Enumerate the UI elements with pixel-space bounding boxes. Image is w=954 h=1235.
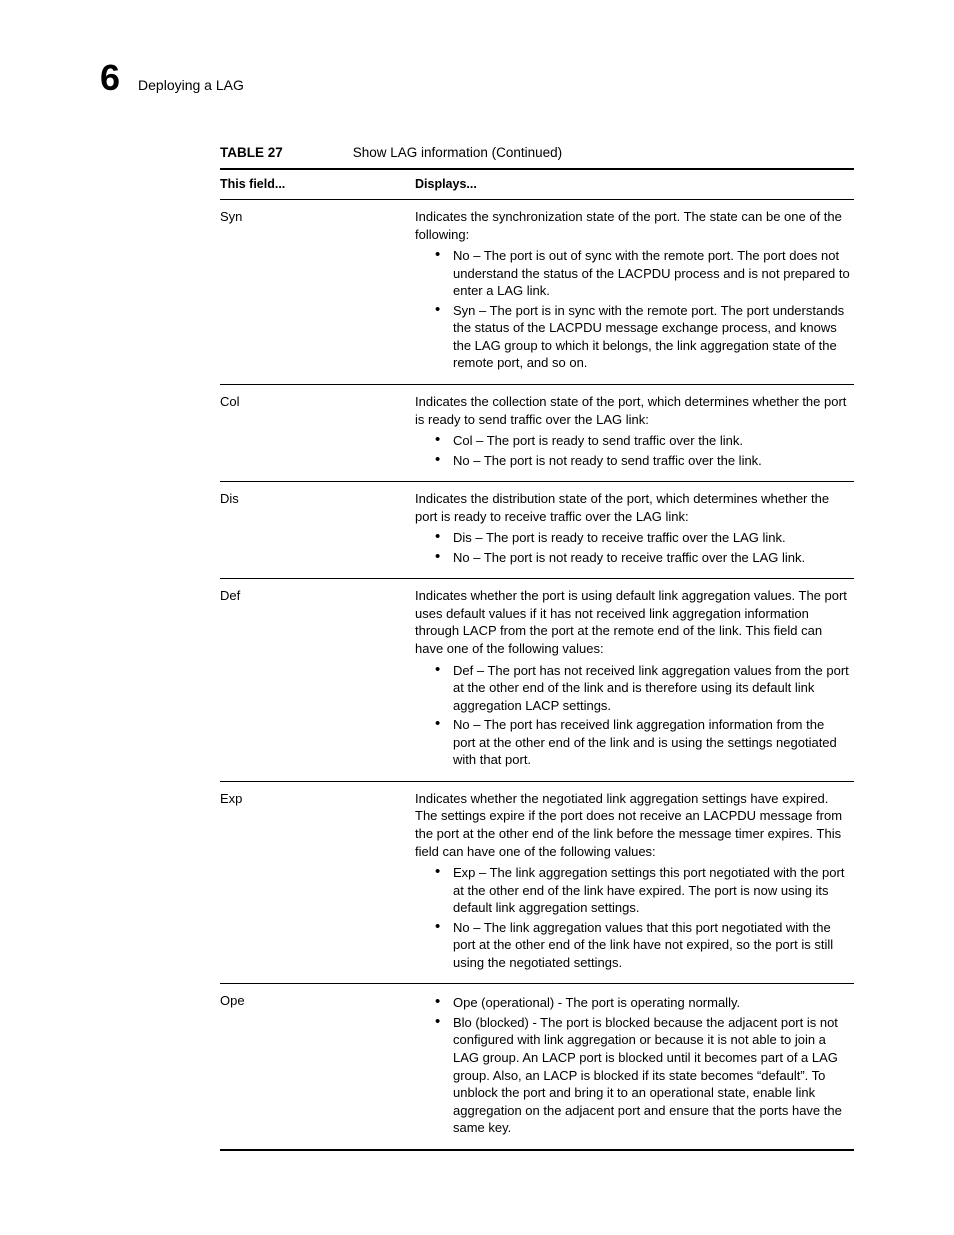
table-row: ExpIndicates whether the negotiated link… <box>220 781 854 983</box>
bullet-list: Ope (operational) - The port is operatin… <box>415 994 850 1136</box>
running-head: 6 Deploying a LAG <box>100 60 854 96</box>
displays-cell: Indicates the collection state of the po… <box>415 385 854 482</box>
table-label: TABLE 27 <box>220 144 283 162</box>
table-title: Show LAG information (Continued) <box>353 144 562 162</box>
table-row: DefIndicates whether the port is using d… <box>220 579 854 781</box>
page: 6 Deploying a LAG TABLE 27 Show LAG info… <box>0 0 954 1235</box>
row-intro: Indicates whether the port is using defa… <box>415 587 850 657</box>
field-cell: Dis <box>220 482 415 579</box>
row-intro: Indicates the distribution state of the … <box>415 490 850 525</box>
table-row: SynIndicates the synchronization state o… <box>220 200 854 385</box>
table-row: Ope Ope (operational) - The port is opera… <box>220 984 854 1150</box>
bullet-list: Dis – The port is ready to receive traff… <box>415 529 850 566</box>
displays-cell: Indicates whether the port is using defa… <box>415 579 854 781</box>
bullet-list: Col – The port is ready to send traffic … <box>415 432 850 469</box>
displays-cell: Indicates the distribution state of the … <box>415 482 854 579</box>
bullet-item: No – The port is out of sync with the re… <box>435 247 850 300</box>
bullet-item: Exp – The link aggregation settings this… <box>435 864 850 917</box>
bullet-list: Def – The port has not received link agg… <box>415 662 850 769</box>
displays-cell: Indicates whether the negotiated link ag… <box>415 781 854 983</box>
bullet-item: Col – The port is ready to send traffic … <box>435 432 850 450</box>
bullet-item: Dis – The port is ready to receive traff… <box>435 529 850 547</box>
table-header-row: This field... Displays... <box>220 169 854 199</box>
bullet-item: Def – The port has not received link agg… <box>435 662 850 715</box>
displays-cell: Indicates the synchronization state of t… <box>415 200 854 385</box>
col-header-displays: Displays... <box>415 169 854 199</box>
row-intro: Indicates the collection state of the po… <box>415 393 850 428</box>
field-cell: Def <box>220 579 415 781</box>
bullet-list: Exp – The link aggregation settings this… <box>415 864 850 971</box>
bullet-list: No – The port is out of sync with the re… <box>415 247 850 372</box>
field-cell: Col <box>220 385 415 482</box>
table-row: ColIndicates the collection state of the… <box>220 385 854 482</box>
field-cell: Exp <box>220 781 415 983</box>
bullet-item: Syn – The port is in sync with the remot… <box>435 302 850 372</box>
bullet-item: No – The port is not ready to receive tr… <box>435 549 850 567</box>
field-cell: Ope <box>220 984 415 1150</box>
chapter-title: Deploying a LAG <box>138 76 244 95</box>
lag-info-table: This field... Displays... SynIndicates t… <box>220 168 854 1150</box>
table-row: DisIndicates the distribution state of t… <box>220 482 854 579</box>
row-intro: Indicates the synchronization state of t… <box>415 208 850 243</box>
chapter-number: 6 <box>100 60 120 96</box>
bullet-item: No – The port is not ready to send traff… <box>435 452 850 470</box>
displays-cell: Ope (operational) - The port is operatin… <box>415 984 854 1150</box>
field-cell: Syn <box>220 200 415 385</box>
table-container: TABLE 27 Show LAG information (Continued… <box>220 144 854 1151</box>
bullet-item: No – The port has received link aggregat… <box>435 716 850 769</box>
row-intro: Indicates whether the negotiated link ag… <box>415 790 850 860</box>
bullet-item: Blo (blocked) - The port is blocked beca… <box>435 1014 850 1137</box>
bullet-item: Ope (operational) - The port is operatin… <box>435 994 850 1012</box>
col-header-field: This field... <box>220 169 415 199</box>
table-caption: TABLE 27 Show LAG information (Continued… <box>220 144 854 162</box>
bullet-item: No – The link aggregation values that th… <box>435 919 850 972</box>
